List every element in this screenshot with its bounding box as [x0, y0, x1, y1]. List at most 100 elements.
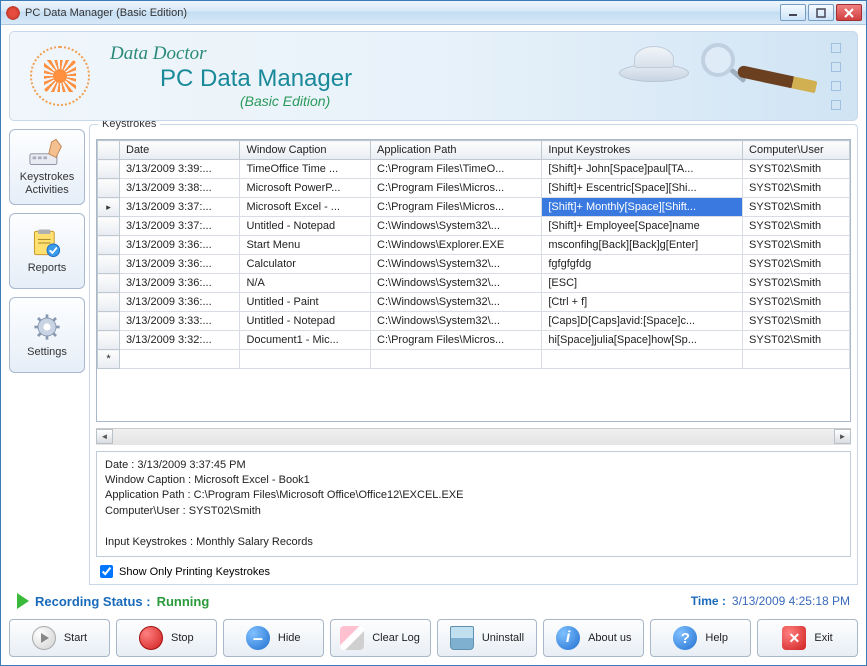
- start-icon: [32, 626, 56, 650]
- cell-computer-user[interactable]: SYST02\Smith: [743, 312, 850, 331]
- table-row[interactable]: 3/13/2009 3:36:...Untitled - PaintC:\Win…: [98, 293, 850, 312]
- column-date[interactable]: Date: [120, 141, 240, 160]
- cell-computer-user[interactable]: SYST02\Smith: [743, 331, 850, 350]
- row-header-cell[interactable]: [98, 274, 120, 293]
- cell-input-keystrokes[interactable]: fgfgfgfdg: [542, 255, 743, 274]
- sidebar-reports[interactable]: Reports: [9, 213, 85, 289]
- cell-application-path[interactable]: C:\Program Files\Micros...: [371, 179, 542, 198]
- row-header-cell[interactable]: [98, 255, 120, 274]
- scroll-right-icon[interactable]: ►: [834, 429, 851, 444]
- start-button[interactable]: Start: [9, 619, 110, 657]
- horizontal-scrollbar[interactable]: ◄ ►: [96, 428, 851, 445]
- column-window-caption[interactable]: Window Caption: [240, 141, 371, 160]
- cell-window-caption[interactable]: Untitled - Paint: [240, 293, 371, 312]
- table-row[interactable]: 3/13/2009 3:39:...TimeOffice Time ...C:\…: [98, 160, 850, 179]
- cell-window-caption[interactable]: N/A: [240, 274, 371, 293]
- cell-window-caption[interactable]: Microsoft Excel - ...: [240, 198, 371, 217]
- hide-button[interactable]: –Hide: [223, 619, 324, 657]
- cell-computer-user[interactable]: SYST02\Smith: [743, 255, 850, 274]
- close-button[interactable]: [836, 4, 862, 21]
- app-icon: [5, 5, 21, 21]
- cell-window-caption[interactable]: Untitled - Notepad: [240, 217, 371, 236]
- table-row[interactable]: 3/13/2009 3:33:...Untitled - NotepadC:\W…: [98, 312, 850, 331]
- cell-date[interactable]: 3/13/2009 3:32:...: [120, 331, 240, 350]
- clear-log-button[interactable]: Clear Log: [330, 619, 431, 657]
- cell-input-keystrokes[interactable]: [Shift]+ Monthly[Space][Shift...: [542, 198, 743, 217]
- cell-application-path[interactable]: C:\Windows\System32\...: [371, 217, 542, 236]
- cell-date[interactable]: 3/13/2009 3:36:...: [120, 274, 240, 293]
- column-computer-user[interactable]: Computer\User: [743, 141, 850, 160]
- sidebar-settings[interactable]: Settings: [9, 297, 85, 373]
- cell-computer-user[interactable]: SYST02\Smith: [743, 236, 850, 255]
- cell-application-path[interactable]: C:\Windows\System32\...: [371, 312, 542, 331]
- cell-input-keystrokes[interactable]: msconfihg[Back][Back]g[Enter]: [542, 236, 743, 255]
- cell-date[interactable]: 3/13/2009 3:37:...: [120, 198, 240, 217]
- cell-date[interactable]: 3/13/2009 3:38:...: [120, 179, 240, 198]
- scroll-left-icon[interactable]: ◄: [96, 429, 113, 444]
- cell-date[interactable]: 3/13/2009 3:36:...: [120, 236, 240, 255]
- cell-window-caption[interactable]: Document1 - Mic...: [240, 331, 371, 350]
- titlebar[interactable]: PC Data Manager (Basic Edition): [1, 1, 866, 25]
- cell-window-caption[interactable]: Start Menu: [240, 236, 371, 255]
- column-input-keystrokes[interactable]: Input Keystrokes: [542, 141, 743, 160]
- cell-computer-user[interactable]: SYST02\Smith: [743, 217, 850, 236]
- show-printing-checkbox[interactable]: Show Only Printing Keystrokes: [90, 561, 857, 584]
- table-row[interactable]: 3/13/2009 3:36:...CalculatorC:\Windows\S…: [98, 255, 850, 274]
- table-row[interactable]: 3/13/2009 3:36:...Start MenuC:\Windows\E…: [98, 236, 850, 255]
- column-application-path[interactable]: Application Path: [371, 141, 542, 160]
- checkbox-input[interactable]: [100, 565, 113, 578]
- cell-application-path[interactable]: C:\Program Files\TimeO...: [371, 160, 542, 179]
- cell-date[interactable]: 3/13/2009 3:36:...: [120, 293, 240, 312]
- row-header-cell[interactable]: [98, 312, 120, 331]
- cell-application-path[interactable]: C:\Program Files\Micros...: [371, 198, 542, 217]
- row-header-cell[interactable]: [98, 331, 120, 350]
- exit-button[interactable]: ✕Exit: [757, 619, 858, 657]
- cell-window-caption[interactable]: Microsoft PowerP...: [240, 179, 371, 198]
- cell-date[interactable]: 3/13/2009 3:39:...: [120, 160, 240, 179]
- row-header-cell[interactable]: [98, 217, 120, 236]
- cell-input-keystrokes[interactable]: [Shift]+ Employee[Space]name: [542, 217, 743, 236]
- uninstall-button[interactable]: Uninstall: [437, 619, 538, 657]
- cell-computer-user[interactable]: SYST02\Smith: [743, 293, 850, 312]
- minimize-button[interactable]: [780, 4, 806, 21]
- cell-computer-user[interactable]: SYST02\Smith: [743, 160, 850, 179]
- cell-computer-user[interactable]: SYST02\Smith: [743, 179, 850, 198]
- cell-input-keystrokes[interactable]: [Shift]+ John[Space]paul[TA...: [542, 160, 743, 179]
- cell-application-path[interactable]: C:\Windows\System32\...: [371, 293, 542, 312]
- cell-application-path[interactable]: C:\Windows\Explorer.EXE: [371, 236, 542, 255]
- cell-computer-user[interactable]: SYST02\Smith: [743, 198, 850, 217]
- table-row[interactable]: 3/13/2009 3:37:...Untitled - NotepadC:\W…: [98, 217, 850, 236]
- cell-input-keystrokes[interactable]: [Ctrl + f]: [542, 293, 743, 312]
- cell-window-caption[interactable]: Calculator: [240, 255, 371, 274]
- cell-computer-user[interactable]: SYST02\Smith: [743, 274, 850, 293]
- help-button[interactable]: ?Help: [650, 619, 751, 657]
- cell-input-keystrokes[interactable]: [Shift]+ Escentric[Space][Shi...: [542, 179, 743, 198]
- row-header-cell[interactable]: [98, 236, 120, 255]
- row-header-column[interactable]: [98, 141, 120, 160]
- table-row[interactable]: 3/13/2009 3:38:...Microsoft PowerP...C:\…: [98, 179, 850, 198]
- stop-button[interactable]: Stop: [116, 619, 217, 657]
- cell-date[interactable]: 3/13/2009 3:33:...: [120, 312, 240, 331]
- cell-window-caption[interactable]: TimeOffice Time ...: [240, 160, 371, 179]
- cell-application-path[interactable]: C:\Windows\System32\...: [371, 255, 542, 274]
- cell-input-keystrokes[interactable]: hi[Space]julia[Space]how[Sp...: [542, 331, 743, 350]
- cell-application-path[interactable]: C:\Windows\System32\...: [371, 274, 542, 293]
- table-row[interactable]: 3/13/2009 3:36:...N/AC:\Windows\System32…: [98, 274, 850, 293]
- cell-input-keystrokes[interactable]: [Caps]D[Caps]avid:[Space]c...: [542, 312, 743, 331]
- keystrokes-table[interactable]: Date Window Caption Application Path Inp…: [96, 139, 851, 422]
- row-header-cell[interactable]: [98, 293, 120, 312]
- cell-input-keystrokes[interactable]: [ESC]: [542, 274, 743, 293]
- table-row[interactable]: 3/13/2009 3:32:...Document1 - Mic...C:\P…: [98, 331, 850, 350]
- maximize-button[interactable]: [808, 4, 834, 21]
- cell-window-caption[interactable]: Untitled - Notepad: [240, 312, 371, 331]
- cell-date[interactable]: 3/13/2009 3:37:...: [120, 217, 240, 236]
- table-row[interactable]: 3/13/2009 3:37:...Microsoft Excel - ...C…: [98, 198, 850, 217]
- sidebar-keystrokes-activities[interactable]: Keystrokes Activities: [9, 129, 85, 205]
- row-header-cell[interactable]: [98, 179, 120, 198]
- cell-application-path[interactable]: C:\Program Files\Micros...: [371, 331, 542, 350]
- about-button[interactable]: iAbout us: [543, 619, 644, 657]
- row-header-cell[interactable]: [98, 198, 120, 217]
- cell-date[interactable]: 3/13/2009 3:36:...: [120, 255, 240, 274]
- new-row[interactable]: *: [98, 350, 850, 369]
- row-header-cell[interactable]: [98, 160, 120, 179]
